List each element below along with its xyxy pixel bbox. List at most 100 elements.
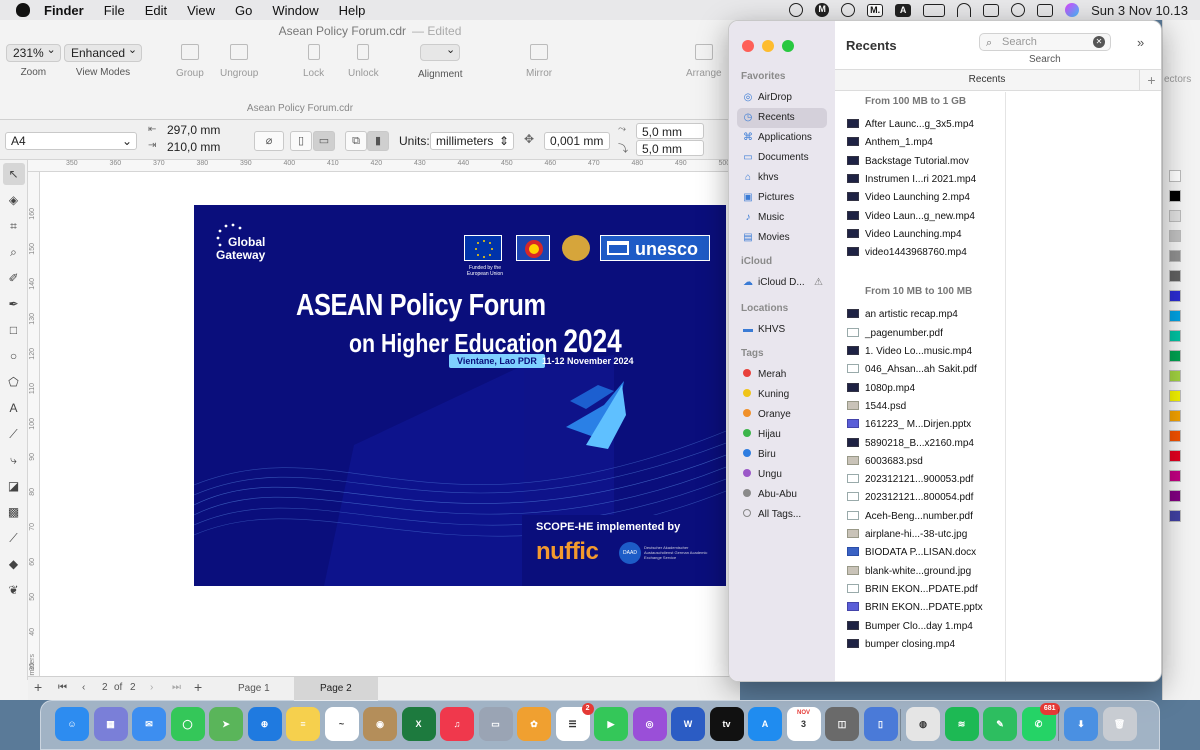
apple-menu-icon[interactable]: [16, 3, 30, 17]
forum-banner[interactable]: Global Gateway Funded by the European Un…: [194, 205, 726, 586]
file-row[interactable]: airplane-hi...-38-utc.jpg: [847, 526, 1002, 544]
facetime-dock-icon[interactable]: ▶: [594, 707, 628, 741]
file-row[interactable]: BRIN EKON...PDATE.pptx: [847, 599, 1002, 617]
file-row[interactable]: 202312121...900053.pdf: [847, 471, 1002, 489]
color-swatch[interactable]: [1169, 410, 1181, 422]
zoom-control[interactable]: 231% Zoom: [6, 43, 61, 78]
color-swatch[interactable]: [1169, 190, 1181, 202]
menu-window[interactable]: Window: [272, 3, 318, 18]
smart-fill-tool-icon[interactable]: ❦: [3, 579, 25, 601]
first-page-button[interactable]: ⏮: [58, 682, 67, 693]
tv-dock-icon[interactable]: tv: [709, 707, 744, 741]
file-row[interactable]: Instrumen I...ri 2021.mp4: [847, 171, 1002, 189]
color-swatch[interactable]: [1169, 470, 1181, 482]
contacts-dock-icon[interactable]: ◉: [363, 707, 397, 741]
calendar-dock-icon[interactable]: 3 NOV: [786, 707, 821, 741]
mail-dock-icon[interactable]: ✉: [132, 707, 166, 741]
color-swatch[interactable]: [1169, 330, 1181, 342]
column-divider[interactable]: [1161, 92, 1162, 682]
scanner-dock-icon[interactable]: ▭: [478, 707, 513, 741]
pick-tool-icon[interactable]: ↖: [2, 163, 25, 185]
file-row[interactable]: Bumper Clo...day 1.mp4: [847, 618, 1002, 636]
m-dot-status-icon[interactable]: M.: [867, 3, 884, 17]
sidebar-tag-oranye[interactable]: Oranye: [737, 405, 827, 425]
drop-shadow-tool-icon[interactable]: ◪: [3, 475, 25, 497]
search-input[interactable]: Search ⌕ ✕: [979, 33, 1111, 51]
word-dock-icon[interactable]: W: [671, 707, 705, 741]
color-swatch[interactable]: [1169, 170, 1181, 182]
eyedropper-tool-icon[interactable]: ⟋: [3, 527, 25, 549]
menu-file[interactable]: File: [104, 3, 125, 18]
iphone-mirror-dock-icon[interactable]: ▯: [863, 707, 898, 741]
downloads-dock-icon[interactable]: ⬇: [1064, 707, 1098, 741]
file-row[interactable]: Video Launching.mp4: [847, 226, 1002, 244]
m-status-icon[interactable]: M: [815, 3, 830, 17]
finder-dock-icon[interactable]: ☺: [55, 707, 89, 741]
page-tab-2[interactable]: Page 2: [294, 677, 378, 701]
sidebar-tag-kuning[interactable]: Kuning: [737, 385, 827, 405]
mirror-control[interactable]: Mirror: [526, 44, 552, 79]
add-page-after-button[interactable]: +: [194, 679, 202, 695]
freeform-dock-icon[interactable]: ~: [324, 707, 359, 741]
sidebar-item-icloud-drive[interactable]: ☁ iCloud D... ⚠: [737, 273, 827, 293]
toolbar-overflow-icon[interactable]: »: [1137, 35, 1144, 50]
spotlight-search-icon[interactable]: [1011, 3, 1026, 17]
sidebar-item-applications[interactable]: ⌘ Applications: [737, 128, 827, 148]
sidebar-item-airdrop[interactable]: ◎ AirDrop: [737, 88, 827, 108]
color-swatch[interactable]: [1169, 270, 1181, 282]
ellipse-tool-icon[interactable]: ○: [3, 345, 25, 367]
connector-tool-icon[interactable]: ⤷: [3, 449, 25, 471]
file-row[interactable]: Backstage Tutorial.mov: [847, 153, 1002, 171]
color-swatch[interactable]: [1169, 370, 1181, 382]
battery-icon[interactable]: [923, 3, 946, 17]
file-row[interactable]: 1080p.mp4: [847, 380, 1002, 398]
file-row[interactable]: BIODATA P...LISAN.docx: [847, 544, 1002, 562]
page-size-dropdown[interactable]: A4 ⌄: [5, 132, 137, 150]
document-tab[interactable]: Asean Policy Forum.cdr: [150, 98, 450, 120]
nudge-distance-field[interactable]: 0,001 mm: [544, 132, 610, 150]
current-page-button[interactable]: ▮: [367, 131, 389, 151]
file-row[interactable]: Anthem_1.mp4: [847, 134, 1002, 152]
sidebar-item-music[interactable]: ♪ Music: [737, 208, 827, 228]
file-row[interactable]: 046_Ahsan...ah Sakit.pdf: [847, 361, 1002, 379]
sync-status-icon[interactable]: [841, 3, 856, 17]
file-row[interactable]: After Launc...g_3x5.mp4: [847, 116, 1002, 134]
wifi-icon[interactable]: [957, 3, 972, 17]
color-swatch[interactable]: [1169, 310, 1181, 322]
evernote-dock-icon[interactable]: ✎: [983, 707, 1017, 741]
clear-search-icon[interactable]: ✕: [1093, 36, 1105, 48]
excel-dock-icon[interactable]: X: [401, 707, 436, 741]
file-row[interactable]: 5890218_B...x2160.mp4: [847, 435, 1002, 453]
menu-help[interactable]: Help: [339, 3, 366, 18]
zoom-dropdown[interactable]: 231%: [6, 43, 61, 62]
creative-cloud-icon[interactable]: [789, 3, 804, 17]
color-swatch[interactable]: [1169, 210, 1181, 222]
tab-recents[interactable]: Recents: [835, 70, 1139, 90]
add-page-before-button[interactable]: +: [34, 679, 42, 695]
portrait-button[interactable]: ▯: [290, 131, 312, 151]
view-modes-control[interactable]: Enhanced View Modes: [64, 43, 143, 78]
alignment-control[interactable]: Alignment: [418, 43, 462, 80]
sidebar-item-pictures[interactable]: ▣ Pictures: [737, 188, 827, 208]
sidebar-tag-merah[interactable]: Merah: [737, 365, 827, 385]
drawing-canvas[interactable]: Global Gateway Funded by the European Un…: [40, 172, 740, 680]
zoom-tool-icon[interactable]: ⌕: [3, 241, 25, 263]
file-row[interactable]: BRIN EKON...PDATE.pdf: [847, 581, 1002, 599]
safari-dock-icon[interactable]: ⊕: [247, 707, 282, 741]
photos-dock-icon[interactable]: ✿: [517, 707, 551, 741]
sidebar-tag-biru[interactable]: Biru: [737, 445, 827, 465]
lock-button[interactable]: Lock: [303, 44, 324, 79]
page-width-field[interactable]: 297,0 mm: [162, 122, 242, 139]
shape-tool-icon[interactable]: ◈: [3, 189, 25, 211]
screen-mirroring-icon[interactable]: [983, 3, 1000, 17]
launchpad-dock-icon[interactable]: ▦: [93, 707, 128, 741]
text-tool-icon[interactable]: A: [3, 397, 25, 419]
color-swatch[interactable]: [1169, 490, 1181, 502]
transparency-tool-icon[interactable]: ▩: [3, 501, 25, 523]
control-center-icon[interactable]: [1037, 3, 1054, 17]
file-row[interactable]: Video Launching 2.mp4: [847, 189, 1002, 207]
parallel-dimension-tool-icon[interactable]: ⟋: [3, 423, 25, 445]
file-row[interactable]: Aceh-Beng...number.pdf: [847, 508, 1002, 526]
sidebar-item-khvs-drive[interactable]: ▬ KHVS: [737, 320, 827, 340]
sidebar-tag-ungu[interactable]: Ungu: [737, 465, 827, 485]
